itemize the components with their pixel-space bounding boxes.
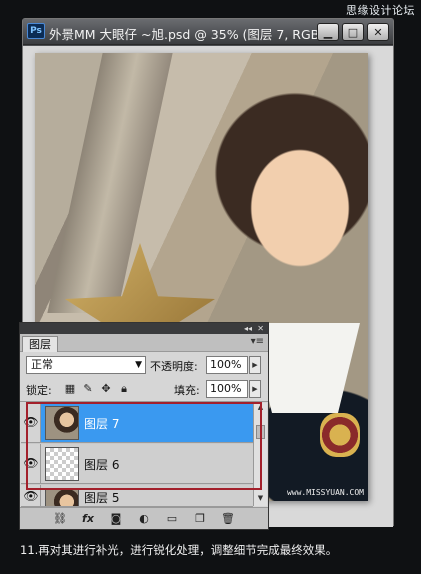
- divider: [20, 401, 268, 402]
- layer-name: 图层 5: [84, 491, 120, 505]
- close-button[interactable]: ✕: [367, 23, 389, 41]
- layer-row-6[interactable]: 👁︎ 图层 6: [21, 444, 253, 484]
- eye-icon[interactable]: 👁︎: [23, 415, 39, 429]
- layer-name: 图层 7: [84, 417, 120, 431]
- tab-layers[interactable]: 图层: [22, 336, 58, 352]
- fill-input[interactable]: 100%: [206, 380, 248, 398]
- collapse-icon[interactable]: ◂◂: [244, 324, 252, 333]
- layer-thumbnail: [45, 488, 79, 506]
- document-title: 外景MM 大眼仔 ~旭.psd @ 35% (图层 7, RGB...: [49, 27, 332, 42]
- photoshop-icon: Ps: [27, 23, 45, 39]
- fill-label: 填充:: [174, 384, 200, 397]
- panel-menu-icon[interactable]: ▾≡: [251, 336, 264, 347]
- eye-icon[interactable]: 👁︎: [23, 456, 39, 470]
- opacity-label: 不透明度:: [150, 360, 198, 373]
- layers-toolbar: ⛓︎ fx ◙ ◐ ▭ ❐ 🗑︎: [20, 507, 268, 529]
- lock-brush-icon[interactable]: ✎: [82, 382, 94, 396]
- scroll-down-icon[interactable]: ▼: [254, 494, 267, 506]
- layer-row-5[interactable]: 👁︎ 图层 5: [21, 485, 253, 507]
- group-icon[interactable]: ▭: [164, 512, 180, 525]
- layer-name: 图层 6: [84, 458, 120, 472]
- lock-move-icon[interactable]: ✥: [100, 382, 112, 396]
- maximize-button[interactable]: □: [342, 23, 364, 41]
- blend-mode-value: 正常: [31, 358, 53, 371]
- opacity-slider-button[interactable]: ▶: [249, 356, 261, 374]
- fx-icon[interactable]: fx: [80, 512, 96, 525]
- link-icon[interactable]: ⛓︎: [52, 512, 68, 525]
- fill-slider-button[interactable]: ▶: [249, 380, 261, 398]
- layer-row-7[interactable]: 👁︎ 图层 7: [21, 403, 253, 443]
- panel-close-icon[interactable]: ✕: [257, 324, 264, 333]
- minimize-button[interactable]: ▁: [317, 23, 339, 41]
- title-bar[interactable]: Ps 外景MM 大眼仔 ~旭.psd @ 35% (图层 7, RGB... ▁…: [23, 19, 393, 45]
- layer-thumbnail: [45, 406, 79, 440]
- blend-mode-select[interactable]: 正常 ▼: [26, 356, 146, 374]
- watermark-bottom: www.MISSYUAN.COM: [286, 488, 364, 497]
- eye-icon[interactable]: 👁︎: [23, 489, 39, 503]
- lock-label: 锁定:: [26, 384, 52, 397]
- adjustment-icon[interactable]: ◐: [136, 512, 152, 525]
- layer-thumbnail: [45, 447, 79, 481]
- opacity-input[interactable]: 100%: [206, 356, 248, 374]
- layers-list: 👁︎ 图层 7 👁︎ 图层 6 👁︎ 图层 5 ▲ ▼: [21, 403, 267, 507]
- school-badge-shape: [320, 413, 360, 457]
- scroll-thumb[interactable]: [256, 425, 265, 439]
- lock-transparent-icon[interactable]: ▦: [64, 382, 76, 396]
- layers-scrollbar[interactable]: ▲ ▼: [253, 403, 267, 506]
- new-layer-icon[interactable]: ❐: [192, 512, 208, 525]
- scroll-up-icon[interactable]: ▲: [254, 403, 267, 415]
- caption: 11.再对其进行补光，进行锐化处理，调整细节完成最终效果。: [20, 543, 338, 557]
- panel-header-bar[interactable]: ◂◂ ✕: [20, 323, 268, 334]
- lock-all-icon[interactable]: 🔒︎: [118, 382, 130, 396]
- watermark-top: 思缘设计论坛: [346, 4, 415, 17]
- chevron-down-icon: ▼: [135, 360, 142, 370]
- tree-trunk-shape: [47, 53, 173, 313]
- trash-icon[interactable]: 🗑︎: [220, 512, 236, 525]
- mask-icon[interactable]: ◙: [108, 512, 124, 525]
- layers-panel: ◂◂ ✕ 图层 ▾≡ 正常 ▼ 不透明度: 100% ▶ 锁定: ▦ ✎ ✥ 🔒…: [19, 322, 269, 530]
